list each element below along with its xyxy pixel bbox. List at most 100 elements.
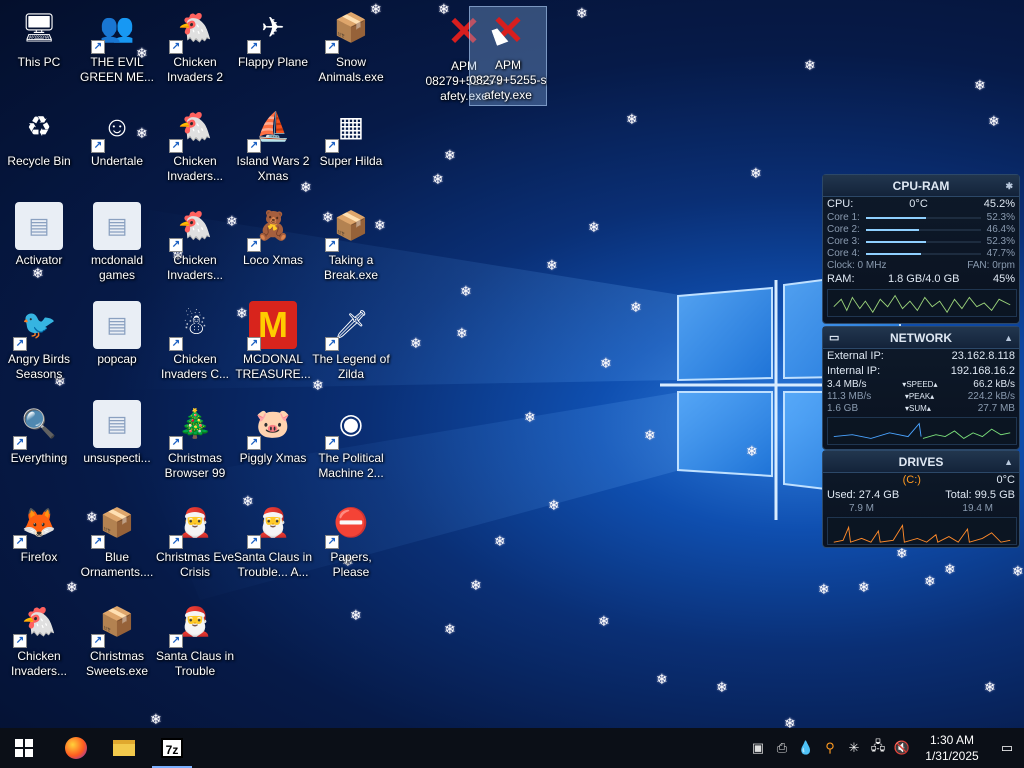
desktop-icon[interactable]: ▤ Activator	[0, 202, 78, 298]
firefox-icon	[65, 737, 87, 759]
desktop-icon[interactable]: ◉ ↗ The Political Machine 2...	[312, 400, 390, 496]
cpu-cores-list: Core 1: 52.3% Core 2: 46.4% Core 3: 52.3% Core…	[823, 212, 1019, 260]
desktop-icon[interactable]: ♻ Recycle Bin	[0, 103, 78, 199]
flappy-plane-icon: ✈ ↗	[247, 4, 297, 54]
shortcut-arrow-icon: ↗	[169, 535, 183, 549]
security-warning-icon[interactable]: ▣	[746, 728, 770, 768]
shortcut-arrow-icon: ↗	[325, 238, 339, 252]
action-center-icon[interactable]: ▭	[990, 728, 1024, 768]
cpu-core-row: Core 4: 47.7%	[823, 248, 1019, 260]
desktop-icon[interactable]: 📦 ↗ Snow Animals.exe	[312, 4, 390, 100]
core-label: Core 3:	[827, 236, 860, 247]
desktop-icon-label: Blue Ornaments....	[80, 550, 154, 579]
desktop-icon[interactable]: 📦 ↗ Taking a Break.exe	[312, 202, 390, 298]
desktop-icon[interactable]: 🐔 ↗ Chicken Invaders...	[0, 598, 78, 694]
desktop-icon[interactable]: M ↗ MCDONAL TREASURE...	[234, 301, 312, 397]
exe-package-icon: 📦 ↗	[91, 499, 141, 549]
taskbar: 7z ▣ ⎙ 💧 ⚲ ✳ 🖧 🔇 1:30 AM 1/31/2025 ▭	[0, 728, 1024, 768]
desktop-icon[interactable]: 🐔 ↗ Chicken Invaders...	[156, 103, 234, 199]
shortcut-arrow-icon: ↗	[13, 634, 27, 648]
core-label: Core 4:	[827, 248, 860, 259]
cpu-ram-gadget[interactable]: CPU-RAM ✱ CPU: 0°C 45.2% Core 1: 52.3% Core…	[822, 174, 1020, 324]
desktop-icon-label: Chicken Invaders...	[10, 649, 68, 678]
desktop-icon[interactable]: 🎅 ↗ Christmas Eve Crisis	[156, 499, 234, 595]
desktop-icon[interactable]: ☃ ↗ Chicken Invaders C...	[156, 301, 234, 397]
snowflake-icon: ❄	[494, 533, 506, 549]
desktop-icon[interactable]: ▤ unsuspecti...	[78, 400, 156, 496]
snowflake-icon: ❄	[444, 621, 456, 637]
desktop-icon-label: Santa Claus in Trouble... A...	[233, 550, 313, 579]
santa-icon: 🎅 ↗	[169, 499, 219, 549]
desktop-icon[interactable]: 🔍 ↗ Everything	[0, 400, 78, 496]
collapse-icon[interactable]: ▲	[1004, 327, 1013, 349]
external-ip-row: External IP: 23.162.8.118	[827, 350, 1015, 362]
desktop-icon-label: Everything	[10, 451, 68, 465]
taskbar-firefox[interactable]	[52, 728, 100, 768]
snowflake-icon: ❄	[444, 147, 456, 163]
desktop-icon[interactable]: ☺ ↗ Undertale	[78, 103, 156, 199]
angry-birds-icon: 🐦 ↗	[13, 301, 63, 351]
desktop-icon[interactable]: ✈ ↗ Flappy Plane	[234, 4, 312, 100]
desktop-icon[interactable]: 🐷 ↗ Piggly Xmas	[234, 400, 312, 496]
desktop-icon-label: Papers, Please	[330, 550, 372, 579]
snowflake-tray-icon[interactable]: ✳	[842, 728, 866, 768]
desktop-icon[interactable]: ▦ ↗ Super Hilda	[312, 103, 390, 199]
desktop-icon[interactable]: 🎅 ↗ Santa Claus in Trouble	[156, 598, 234, 694]
core-value: 46.4%	[986, 224, 1015, 235]
volume-muted-icon[interactable]: 🔇	[890, 728, 914, 768]
core-label: Core 2:	[827, 224, 860, 235]
everything-search-icon[interactable]: ⚲	[818, 728, 842, 768]
super-hilda-icon: ▦ ↗	[325, 103, 375, 153]
shortcut-arrow-icon: ↗	[169, 238, 183, 252]
desktop-icon-label: Angry Birds Seasons	[7, 352, 71, 381]
desktop-icon[interactable]: 📦 ↗ Blue Ornaments....	[78, 499, 156, 595]
desktop-icon[interactable]: 🖥 This PC	[0, 4, 78, 100]
exe-package-icon: 📦 ↗	[91, 598, 141, 648]
printer-icon[interactable]: ⎙	[770, 728, 794, 768]
core-load-bar	[865, 253, 981, 255]
taskbar-7zip[interactable]: 7z	[148, 728, 196, 768]
desktop-icon[interactable]: 🎄 ↗ Christmas Browser 99	[156, 400, 234, 496]
shortcut-arrow-icon: ↗	[91, 40, 105, 54]
snowflake-icon: ❄	[548, 497, 560, 513]
desktop-icon-label: The Political Machine 2...	[318, 451, 384, 480]
desktop-icon[interactable]: 🐔 ↗ Chicken Invaders 2	[156, 4, 234, 100]
drives-gadget[interactable]: DRIVES ▲ (C:) 0°C Used: 27.4 GB Total: 99.5…	[822, 450, 1020, 548]
shortcut-arrow-icon: ↗	[325, 40, 339, 54]
desktop-icon[interactable]: 🧸 ↗ Loco Xmas	[234, 202, 312, 298]
start-button[interactable]	[0, 728, 48, 768]
desktop-icon[interactable]: 📦 ↗ Christmas Sweets.exe	[78, 598, 156, 694]
network-icon[interactable]: 🖧	[866, 728, 890, 768]
taskbar-clock[interactable]: 1:30 AM 1/31/2025	[914, 732, 990, 764]
collapse-icon[interactable]: ▲	[1004, 451, 1013, 473]
snowflake-icon: ❄	[626, 111, 638, 127]
network-gadget[interactable]: ▭ NETWORK ▲ External IP: 23.162.8.118 Inter…	[822, 326, 1020, 450]
chicken-invaders-icon: 🐔 ↗	[169, 202, 219, 252]
chicken-invaders-icon: ☃ ↗	[169, 301, 219, 351]
cpu-total-row: CPU: 0°C 45.2%	[827, 198, 1015, 210]
desktop-icon[interactable]: 👥 ↗ THE EVIL GREEN ME...	[78, 4, 156, 100]
core-load-bar	[865, 229, 981, 231]
shortcut-arrow-icon: ↗	[13, 535, 27, 549]
drive-io-row: 7.9 M 19.4 M	[849, 503, 993, 514]
desktop-icon[interactable]: 🐦 ↗ Angry Birds Seasons	[0, 301, 78, 397]
water-drop-icon[interactable]: 💧	[794, 728, 818, 768]
shortcut-arrow-icon: ↗	[325, 436, 339, 450]
desktop-icon[interactable]: ▤ popcap	[78, 301, 156, 397]
desktop-icon[interactable]: ▤ mcdonald games	[78, 202, 156, 298]
desktop-icon[interactable]: 🐔 ↗ Chicken Invaders...	[156, 202, 234, 298]
windows-logo-icon	[15, 739, 33, 757]
desktop-icon[interactable]: 🎅 ↗ Santa Claus in Trouble... A...	[234, 499, 312, 595]
folder-icon: ▤	[93, 202, 141, 250]
taskbar-file-explorer[interactable]	[100, 728, 148, 768]
snowflake-icon: ❄	[896, 545, 908, 561]
desktop-icon[interactable]: 🗡 ↗ The Legend of Zilda	[312, 301, 390, 397]
pig-icon: 🐷 ↗	[247, 400, 297, 450]
desktop-icon[interactable]: ⛵ ↗ Island Wars 2 Xmas	[234, 103, 312, 199]
desktop-icon-label: Recycle Bin	[7, 154, 71, 168]
apm-exe-icon-2[interactable]: ✕ APM 08279+5255-s afety.exe	[469, 6, 547, 106]
desktop-icon[interactable]: 🦊 ↗ Firefox	[0, 499, 78, 595]
gadget-settings-icon[interactable]: ✱	[1005, 175, 1013, 197]
snowflake-icon: ❄	[460, 283, 472, 299]
desktop-icon[interactable]: ⛔ ↗ Papers, Please	[312, 499, 390, 595]
